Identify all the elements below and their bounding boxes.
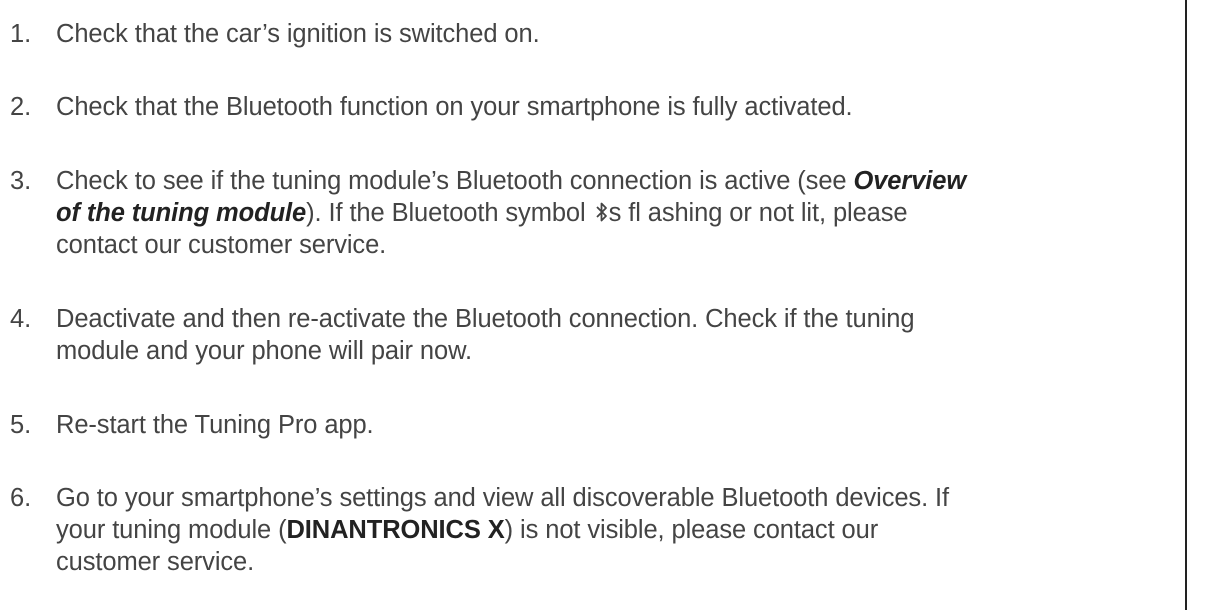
text-segment: your tuning module (	[56, 516, 287, 544]
step-text: Check that the car’s ignition is switche…	[56, 18, 1184, 50]
step-line: Re-start the Tuning Pro app.	[56, 411, 374, 439]
step-number: 4.	[10, 305, 32, 333]
step-line: Check that the Bluetooth function on you…	[56, 93, 853, 121]
text-segment: Check to see if the tuning module’s Blue…	[56, 167, 854, 195]
text-segment: s fl ashing or not lit, please	[608, 199, 908, 227]
section-reference: of the tuning module	[56, 199, 307, 227]
step-line: Check to see if the tuning module’s Blue…	[56, 165, 1184, 197]
text-segment: ). If the Bluetooth symbol	[306, 199, 593, 227]
step-text: Go to your smartphone’s settings and vie…	[56, 482, 1184, 578]
step-line: Deactivate and then re-activate the Blue…	[56, 305, 915, 333]
step-number: 6.	[10, 484, 32, 512]
step-text: Check that the Bluetooth function on you…	[56, 91, 1184, 123]
step-line: Check that the car’s ignition is switche…	[56, 20, 540, 48]
page-right-border	[1185, 0, 1187, 610]
step-line: your tuning module (DINANTRONICS X) is n…	[56, 514, 1184, 546]
step-text: Deactivate and then re-activate the Blue…	[56, 303, 1184, 367]
step-text: Check to see if the tuning module’s Blue…	[56, 165, 1184, 261]
device-name: DINANTRONICS X	[286, 516, 505, 544]
step-line: contact our customer service.	[56, 231, 387, 259]
step-line: module and your phone will pair now.	[56, 337, 472, 365]
bluetooth-icon	[595, 202, 607, 222]
step-number: 1.	[10, 20, 32, 48]
step-number: 3.	[10, 167, 32, 195]
step-line: customer service.	[56, 548, 255, 576]
step-line: of the tuning module). If the Bluetooth …	[56, 197, 1184, 229]
section-reference: Overview	[853, 167, 967, 195]
text-segment: ) is not visible, please contact our	[504, 516, 879, 544]
step-number: 2.	[10, 93, 32, 121]
step-line: Go to your smartphone’s settings and vie…	[56, 484, 950, 512]
step-number: 5.	[10, 411, 32, 439]
step-text: Re-start the Tuning Pro app.	[56, 409, 1184, 441]
